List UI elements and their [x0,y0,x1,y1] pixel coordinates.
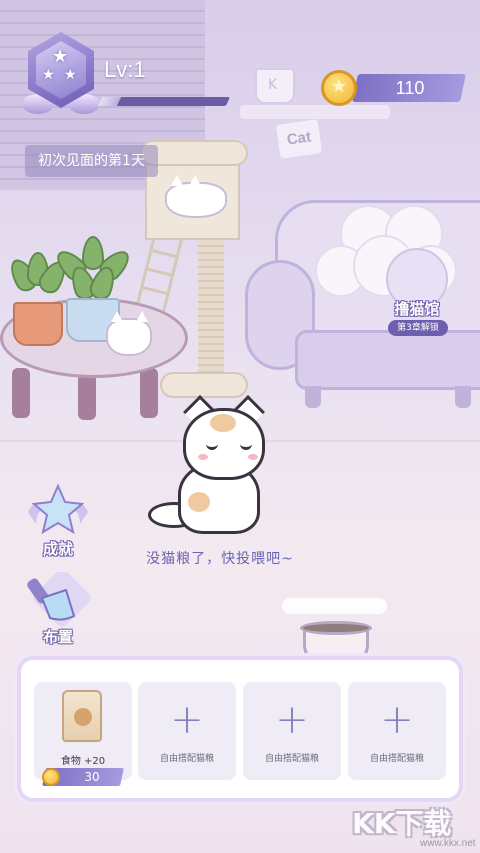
achievements-label: 成就 [42,540,73,558]
food-slot-empty[interactable]: + 自由搭配猫粮 [243,682,341,780]
day-counter: 初次见面的第1天 [25,145,158,177]
gallery-lock-badge: 第3章解锁 [388,320,448,336]
slot-label: 自由搭配猫粮 [159,754,214,764]
cat-speech: 没猫粮了，快投喂吧~ [146,551,294,567]
level-label: Lv:1 [104,57,146,82]
cat-sign: Cat [275,119,323,159]
cat-on-tree[interactable] [165,175,227,218]
game-screen: Cat [0,0,480,853]
coin-icon: ★ [321,70,357,106]
main-cat[interactable] [148,395,283,537]
level-progress-fill [97,97,122,106]
food-panel: 食物 +20 30 + 自由搭配猫粮 + 自由搭配猫粮 + 自由搭配猫粮 [17,656,463,802]
plus-icon: + [380,697,414,743]
wall-shelf [240,105,390,119]
coin-icon [42,768,60,786]
food-slot-selected[interactable]: 食物 +20 30 [34,682,132,786]
decorate-button[interactable]: 布置 [22,572,102,652]
level-progress-bar [97,97,231,106]
star-icon: ★ [64,67,77,83]
slot-label: 自由搭配猫粮 [369,754,424,764]
level-badge[interactable]: ★ ★ ★ [22,32,102,120]
watermark-url: www.kkx.net [420,838,476,849]
food-price: 30 [84,770,100,784]
achievements-button[interactable]: 成就 [22,482,102,562]
coin-count: 110 [395,78,425,98]
plus-icon: + [170,697,204,743]
cup-decoration [255,68,295,104]
cat-gallery-button[interactable]: 撸猫馆 第3章解锁 [386,248,450,340]
feed-progress-track [282,598,387,614]
food-bag-icon [62,690,102,742]
food-slot-empty[interactable]: + 自由搭配猫粮 [138,682,236,780]
watermark-logo: KK下载 [352,807,452,840]
gallery-title: 撸猫馆 [394,300,440,318]
decorate-label: 布置 [42,628,73,646]
food-slot-empty[interactable]: + 自由搭配猫粮 [348,682,446,780]
slot-label: 自由搭配猫粮 [264,754,319,764]
star-icon: ★ [42,67,55,83]
brush-icon [27,572,91,627]
plant-orange-pot [4,252,72,346]
cat-on-table[interactable] [106,311,152,356]
star-trophy-icon [28,483,88,535]
food-name: 食物 +20 [60,756,106,767]
star-icon: ★ [52,46,69,67]
plus-icon: + [275,697,309,743]
food-bowl-rim [300,621,372,635]
